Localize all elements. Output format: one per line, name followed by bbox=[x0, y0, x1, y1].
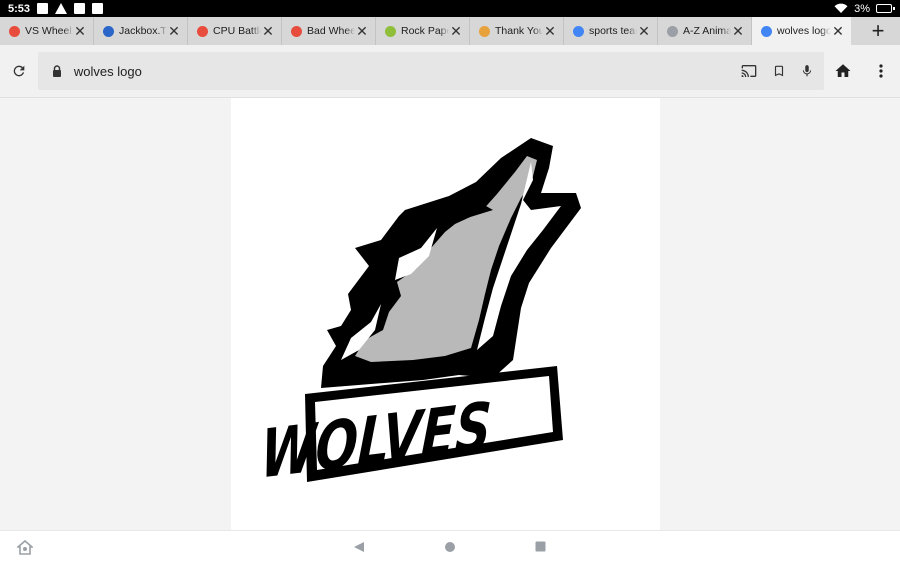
battery-icon bbox=[876, 4, 895, 13]
tab-favicon-icon bbox=[9, 25, 20, 37]
tab-label: A-Z Animal bbox=[683, 25, 731, 37]
tab-favicon-icon bbox=[291, 25, 302, 37]
home-icon bbox=[835, 64, 851, 77]
tab-close-icon[interactable]: ✕ bbox=[449, 24, 463, 38]
omnibox[interactable]: wolves logo bbox=[37, 52, 825, 90]
tab-close-icon[interactable]: ✕ bbox=[73, 24, 87, 38]
tab-close-icon[interactable]: ✕ bbox=[167, 24, 181, 38]
tab-favicon-icon bbox=[197, 25, 208, 37]
tab-label: sports team bbox=[589, 25, 637, 37]
tab-1[interactable]: Jackbox.TV✕ bbox=[94, 17, 188, 45]
tab-favicon-icon bbox=[573, 25, 584, 37]
tab-strip: VS Wheel✕Jackbox.TV✕CPU Battle✕Bad Wheel… bbox=[0, 17, 900, 45]
tab-favicon-icon bbox=[103, 25, 114, 37]
tab-label: wolves logo bbox=[777, 25, 831, 37]
tab-close-icon[interactable]: ✕ bbox=[831, 24, 845, 38]
recents-icon[interactable] bbox=[535, 541, 546, 552]
tab-6[interactable]: sports team✕ bbox=[564, 17, 658, 45]
tab-label: Bad Wheel bbox=[307, 25, 355, 37]
back-icon[interactable] bbox=[353, 541, 365, 553]
lock-icon bbox=[52, 65, 61, 77]
reload-icon bbox=[13, 65, 25, 77]
tab-label: Jackbox.TV bbox=[119, 25, 167, 37]
tab-4[interactable]: Rock Paper✕ bbox=[376, 17, 470, 45]
image-icon bbox=[37, 3, 49, 14]
bookmark-icon[interactable] bbox=[772, 63, 786, 79]
new-tab-button[interactable]: + bbox=[856, 17, 900, 45]
tab-8[interactable]: wolves logo ✕ bbox=[752, 17, 851, 45]
tab-close-icon[interactable]: ✕ bbox=[731, 24, 745, 38]
tab-0[interactable]: VS Wheel ✕ bbox=[0, 17, 94, 45]
tab-5[interactable]: Thank You! ✕ bbox=[470, 17, 564, 45]
status-time: 5:53 bbox=[8, 2, 31, 15]
tab-favicon-icon bbox=[667, 25, 678, 37]
battery-percent: 3% bbox=[854, 2, 870, 15]
home-button[interactable] bbox=[824, 52, 862, 90]
tab-label: Thank You! bbox=[495, 25, 543, 37]
home-app-icon[interactable] bbox=[17, 540, 33, 555]
tab-7[interactable]: A-Z Animal ✕ bbox=[658, 17, 752, 45]
status-bar: 5:53 3% bbox=[0, 0, 900, 17]
tab-favicon-icon bbox=[385, 25, 396, 37]
tab-label: VS Wheel bbox=[25, 25, 72, 37]
warning-icon bbox=[55, 3, 68, 14]
tab-label: CPU Battle bbox=[213, 25, 261, 37]
toolbar: wolves logo bbox=[0, 45, 900, 98]
tab-favicon-icon bbox=[479, 25, 490, 37]
tab-close-icon[interactable]: ✕ bbox=[637, 24, 651, 38]
wolves-logo-text: WOLVES bbox=[259, 387, 493, 494]
tab-2[interactable]: CPU Battle ✕ bbox=[188, 17, 282, 45]
page-content: WOLVES bbox=[0, 98, 900, 530]
menu-button[interactable] bbox=[862, 52, 900, 90]
home-nav-icon[interactable] bbox=[444, 541, 456, 553]
url-text: wolves logo bbox=[73, 63, 142, 79]
gmail-icon bbox=[74, 3, 86, 14]
wifi-icon bbox=[834, 3, 848, 13]
wolves-logo-image: WOLVES bbox=[259, 138, 581, 494]
mic-icon[interactable] bbox=[800, 62, 814, 80]
tab-label: Rock Paper bbox=[401, 25, 449, 37]
square-icon bbox=[92, 3, 104, 14]
tab-favicon-icon bbox=[761, 25, 772, 37]
tab-close-icon[interactable]: ✕ bbox=[261, 24, 275, 38]
tab-3[interactable]: Bad Wheel ✕ bbox=[282, 17, 376, 45]
tab-close-icon[interactable]: ✕ bbox=[355, 24, 369, 38]
system-nav-bar bbox=[0, 530, 900, 563]
cast-icon[interactable] bbox=[740, 63, 758, 79]
more-vert-icon bbox=[879, 64, 883, 78]
image-viewer[interactable]: WOLVES bbox=[231, 98, 660, 530]
tab-close-icon[interactable]: ✕ bbox=[543, 24, 557, 38]
reload-button[interactable] bbox=[0, 52, 38, 90]
